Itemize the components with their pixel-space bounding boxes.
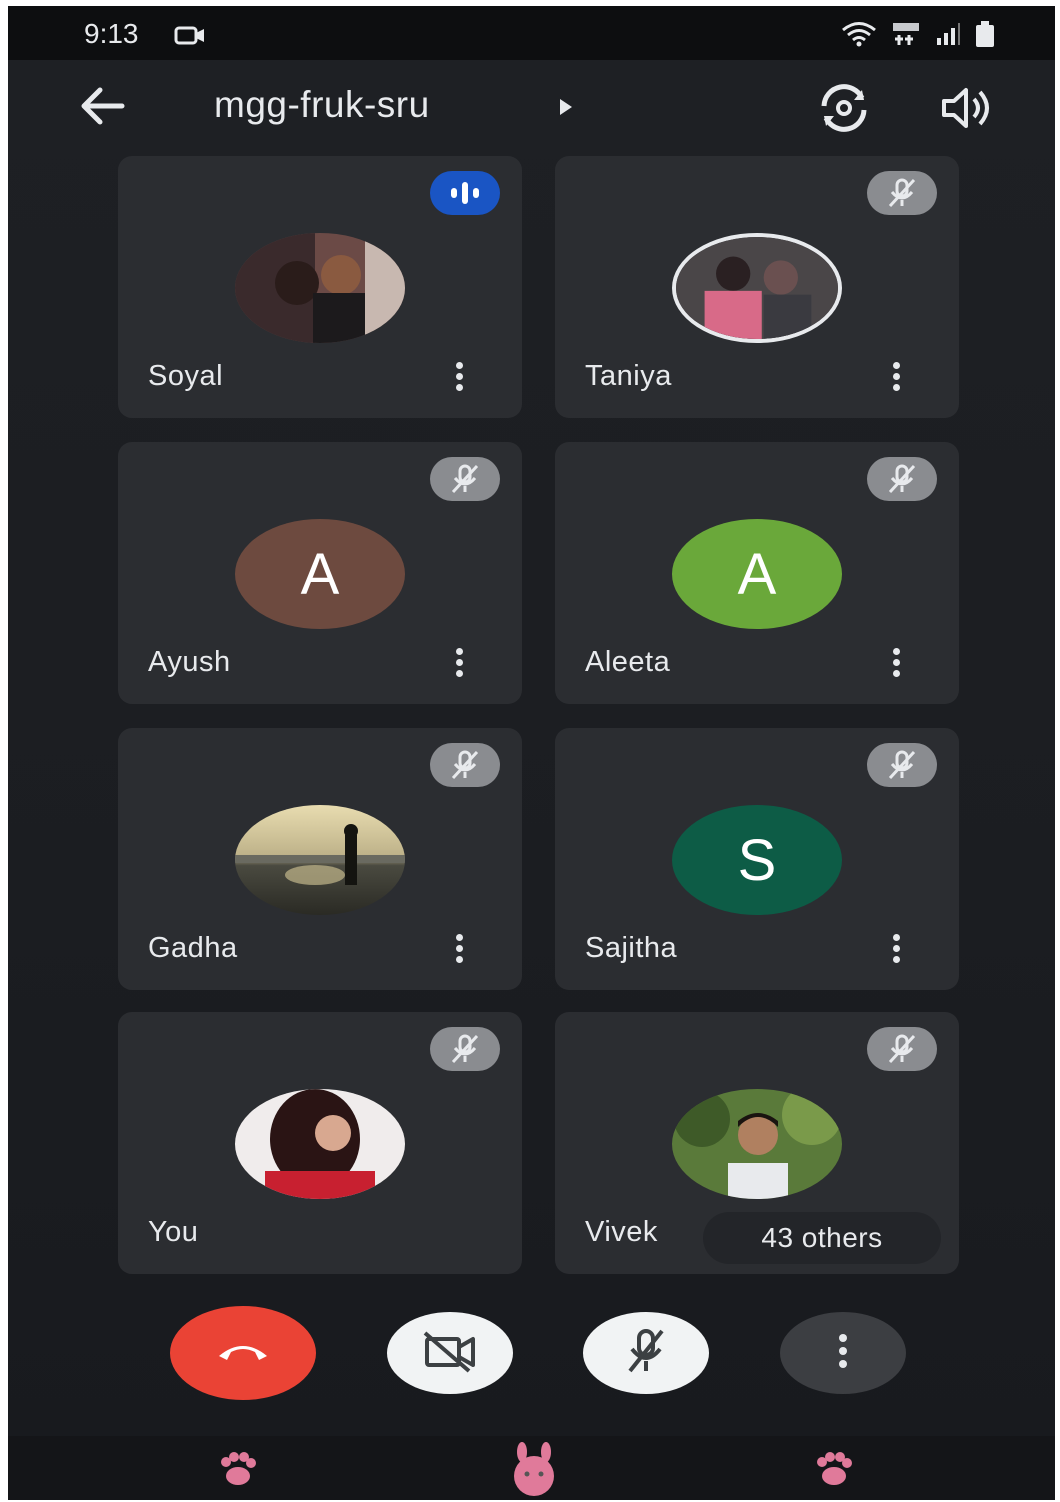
caret-right-icon[interactable] bbox=[558, 98, 574, 121]
participant-name: Aleeta bbox=[585, 646, 671, 678]
participant-tile[interactable]: S Sajitha bbox=[555, 728, 959, 990]
speaker-icon[interactable] bbox=[940, 86, 994, 135]
status-time: 9:13 bbox=[84, 18, 139, 49]
participant-name: Vivek bbox=[585, 1216, 658, 1248]
avatar bbox=[672, 1089, 842, 1199]
others-count-chip[interactable]: 43 others bbox=[703, 1212, 941, 1264]
participant-name: You bbox=[148, 1216, 199, 1248]
wifi-icon bbox=[841, 21, 877, 52]
switch-camera-icon[interactable] bbox=[814, 84, 874, 137]
speaking-indicator-icon bbox=[430, 171, 500, 215]
battery-icon bbox=[975, 20, 995, 53]
avatar bbox=[235, 233, 405, 343]
more-options-button[interactable] bbox=[780, 1312, 906, 1394]
avatar bbox=[672, 233, 842, 343]
mic-toggle-button[interactable] bbox=[583, 1312, 709, 1394]
mic-off-icon bbox=[430, 743, 500, 787]
participant-tile[interactable]: Soyal bbox=[118, 156, 522, 418]
participant-name: Ayush bbox=[148, 646, 231, 678]
home-bunny-icon[interactable] bbox=[504, 1442, 564, 1500]
more-vert-icon[interactable] bbox=[889, 934, 903, 968]
camera-toggle-button[interactable] bbox=[387, 1312, 513, 1394]
participant-tile[interactable]: Taniya bbox=[555, 156, 959, 418]
paw-recent-icon[interactable] bbox=[218, 1452, 258, 1491]
signal-icon bbox=[935, 22, 961, 51]
mic-off-icon bbox=[867, 743, 937, 787]
avatar bbox=[235, 805, 405, 915]
avatar: A bbox=[672, 519, 842, 629]
more-vert-icon[interactable] bbox=[889, 648, 903, 682]
back-arrow-icon[interactable] bbox=[78, 86, 126, 131]
end-call-button[interactable] bbox=[170, 1306, 316, 1400]
meet-call-screen: 9:13 mgg-fruk-sru Soyal Taniya A Ayush A… bbox=[8, 6, 1055, 1500]
status-bar: 9:13 bbox=[8, 6, 1055, 60]
participant-tile[interactable]: Vivek 43 others bbox=[555, 1012, 959, 1274]
mic-off-icon bbox=[867, 171, 937, 215]
participant-tile[interactable]: Gadha bbox=[118, 728, 522, 990]
participant-name: Taniya bbox=[585, 360, 672, 392]
mic-off-icon bbox=[624, 1327, 668, 1380]
participant-tile[interactable]: A Aleeta bbox=[555, 442, 959, 704]
screen-record-icon bbox=[174, 24, 208, 51]
end-call-icon bbox=[215, 1338, 271, 1369]
more-vert-icon[interactable] bbox=[889, 362, 903, 396]
camera-off-icon bbox=[421, 1329, 479, 1378]
participant-name: Soyal bbox=[148, 360, 224, 392]
more-vert-icon[interactable] bbox=[452, 934, 466, 968]
avatar: S bbox=[672, 805, 842, 915]
system-nav-bar bbox=[8, 1436, 1055, 1500]
more-vert-icon bbox=[836, 1333, 850, 1374]
mic-off-icon bbox=[867, 1027, 937, 1071]
participant-tile[interactable]: A Ayush bbox=[118, 442, 522, 704]
mic-off-icon bbox=[430, 1027, 500, 1071]
more-vert-icon[interactable] bbox=[452, 362, 466, 396]
network-4g-icon bbox=[891, 21, 921, 52]
mic-off-icon bbox=[430, 457, 500, 501]
call-header: mgg-fruk-sru bbox=[8, 68, 1055, 148]
avatar bbox=[235, 1089, 405, 1199]
participant-name: Gadha bbox=[148, 932, 238, 964]
call-controls bbox=[8, 1302, 1055, 1412]
mic-off-icon bbox=[867, 457, 937, 501]
avatar: A bbox=[235, 519, 405, 629]
participant-tile[interactable]: You bbox=[118, 1012, 522, 1274]
more-vert-icon[interactable] bbox=[452, 648, 466, 682]
status-icons bbox=[841, 20, 995, 53]
participant-name: Sajitha bbox=[585, 932, 678, 964]
meeting-code[interactable]: mgg-fruk-sru bbox=[214, 84, 430, 126]
paw-back-icon[interactable] bbox=[814, 1452, 854, 1491]
